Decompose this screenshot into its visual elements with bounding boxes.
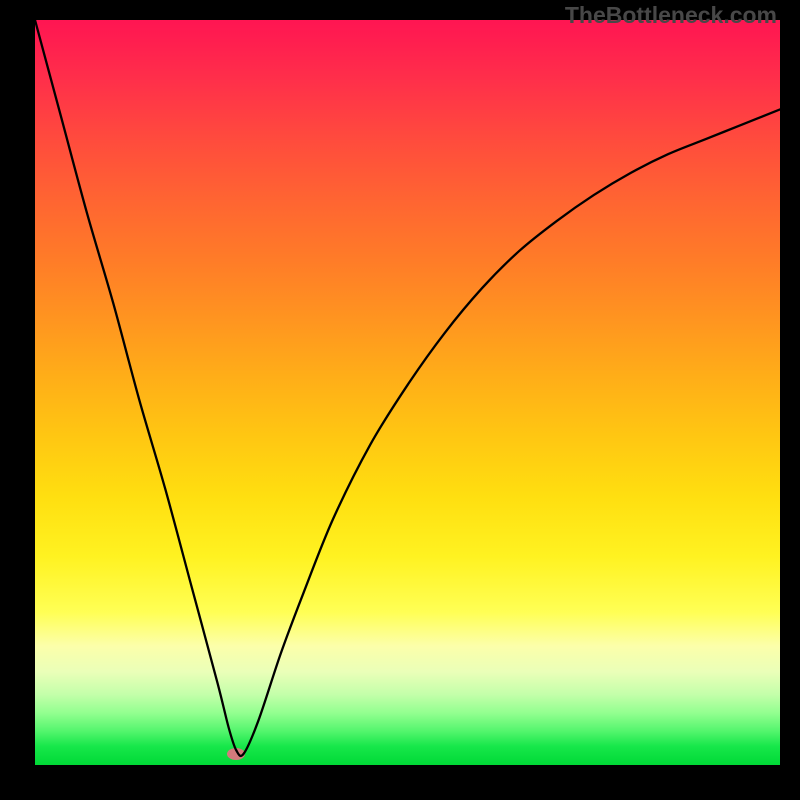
watermark-text: TheBottleneck.com — [565, 2, 777, 29]
chart-curve — [35, 20, 780, 765]
chart-frame — [35, 20, 780, 765]
